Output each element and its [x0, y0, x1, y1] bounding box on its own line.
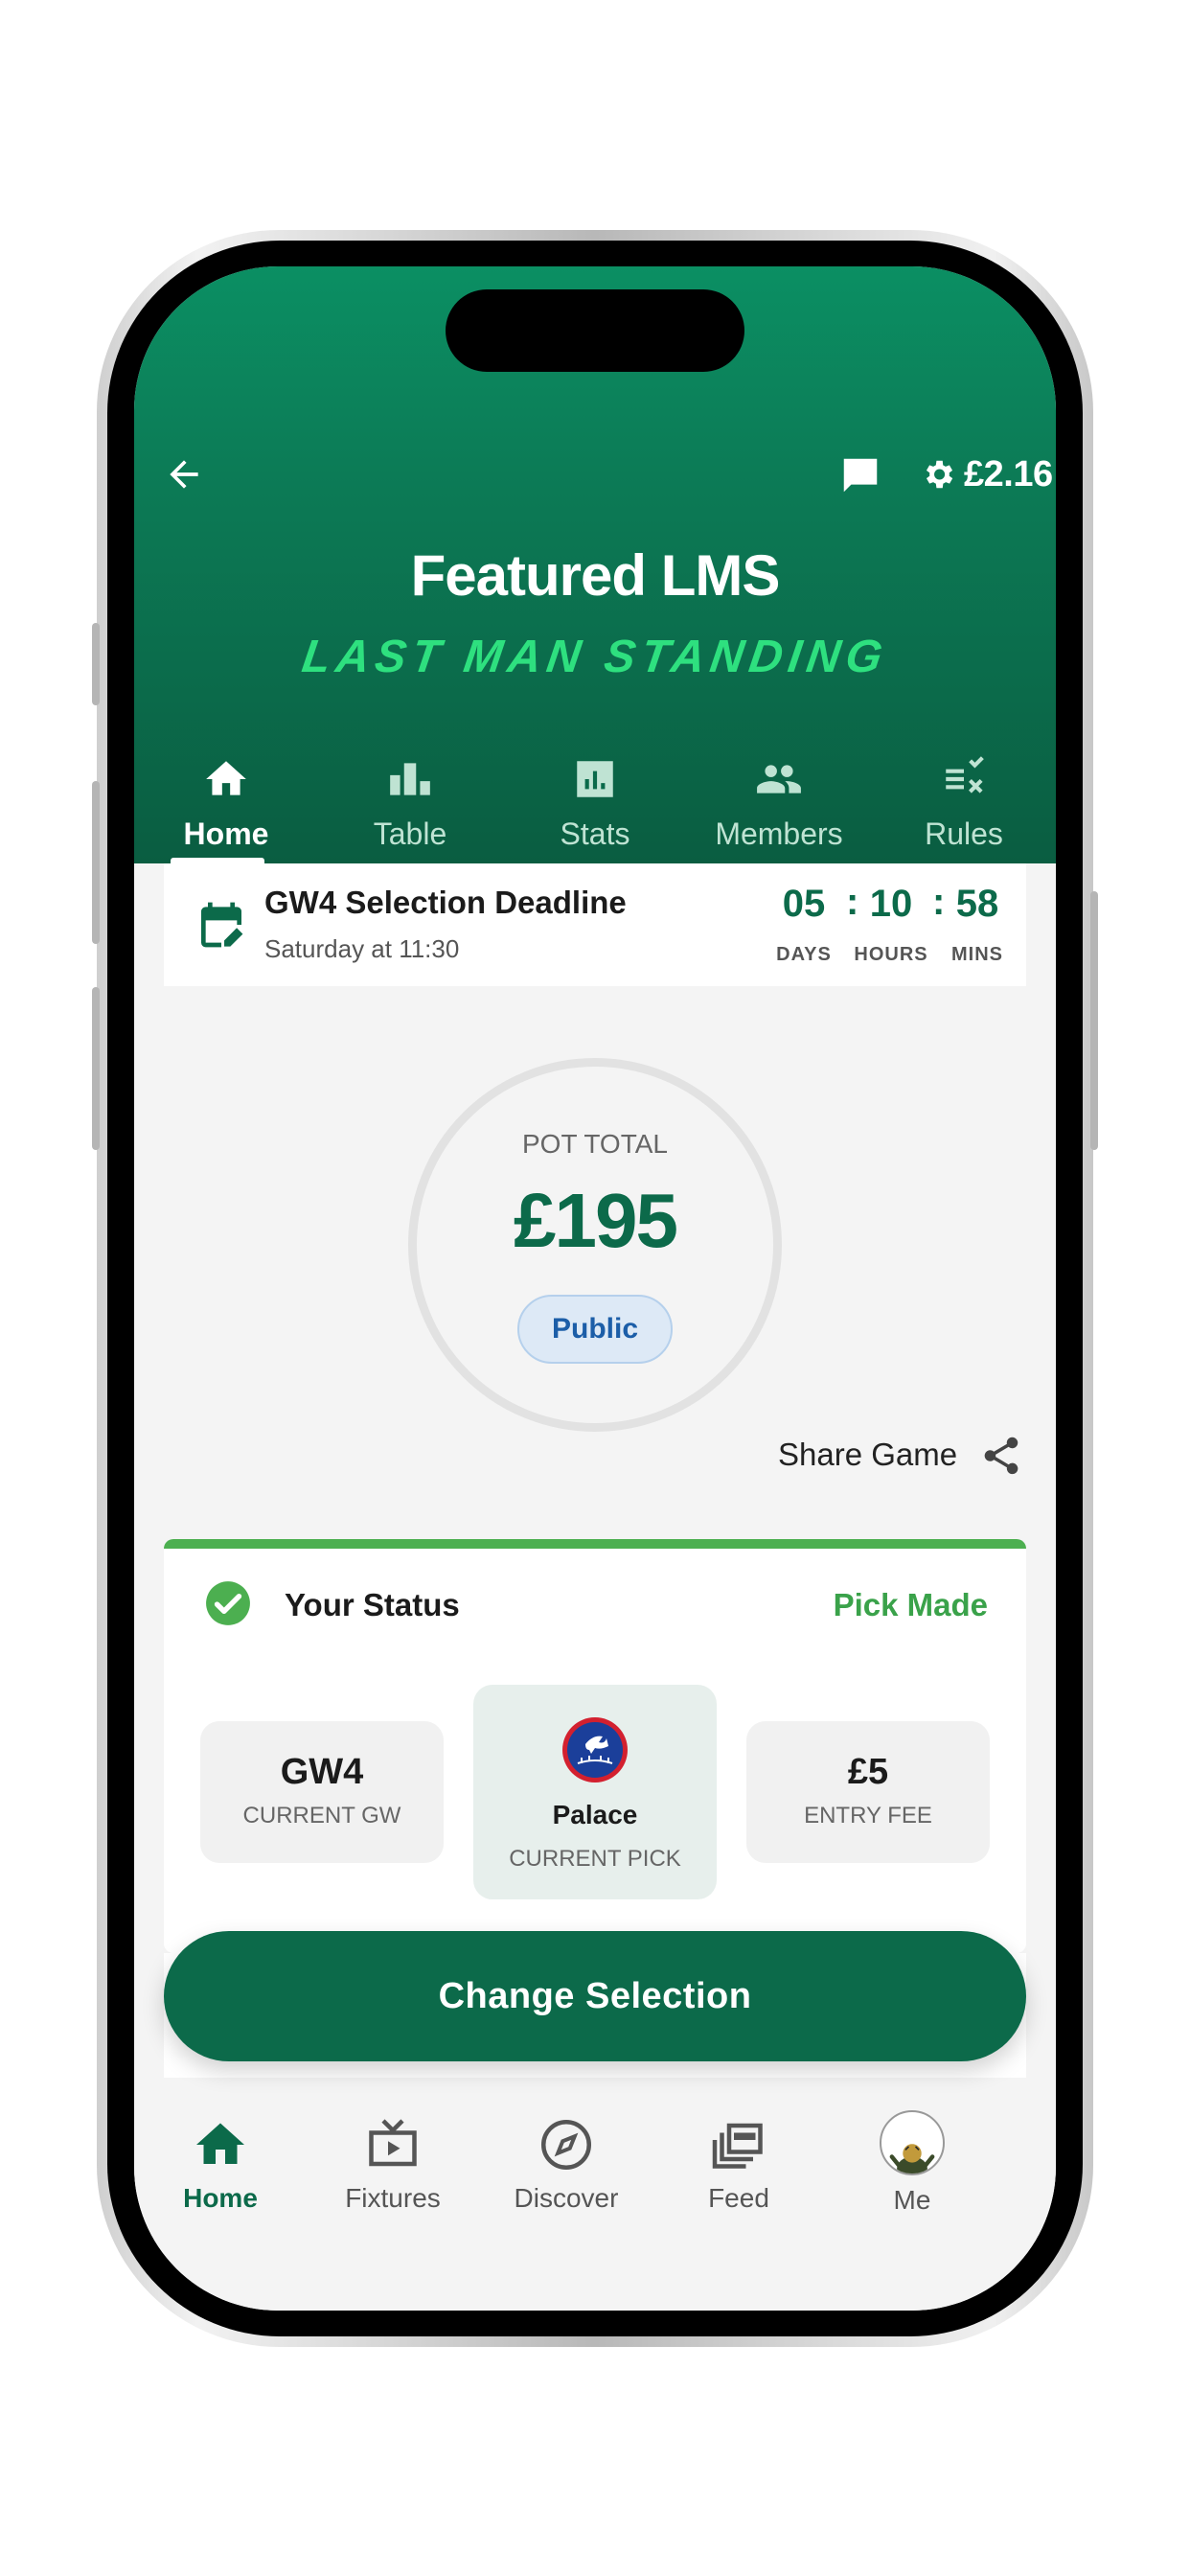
deadline-title: GW4 Selection Deadline — [264, 885, 627, 920]
bottom-nav: Home Fixtures Discover Feed Me — [134, 2097, 1056, 2311]
tab-label: Members — [715, 816, 843, 851]
status-accent-bar — [164, 1539, 1026, 1549]
calendar-edit-icon — [201, 902, 243, 948]
avatar-image — [889, 2144, 935, 2174]
deadline-card: GW4 Selection Deadline Saturday at 11:30… — [164, 863, 1026, 986]
dynamic-island — [446, 289, 744, 372]
tab-label: Stats — [560, 816, 630, 851]
pot-label: POT TOTAL — [522, 1129, 668, 1159]
back-arrow-icon[interactable] — [163, 453, 205, 495]
nav-me[interactable]: Me — [826, 2097, 998, 2231]
check-circle-icon — [206, 1581, 250, 1625]
countdown-mins-label: MINS — [951, 944, 1003, 965]
home-icon — [206, 761, 246, 795]
nav-fixtures[interactable]: Fixtures — [307, 2097, 479, 2231]
entry-fee-box: £5 ENTRY FEE — [746, 1721, 990, 1863]
volume-down-button — [92, 987, 100, 1150]
current-pick-value: Palace — [552, 1800, 638, 1829]
tab-label: Home — [183, 816, 269, 851]
rules-icon — [946, 756, 984, 794]
share-icon[interactable] — [979, 1434, 1023, 1478]
countdown-hours-label: HOURS — [854, 944, 928, 965]
current-pick-label: CURRENT PICK — [509, 1846, 681, 1872]
crystal-palace-crest-icon — [562, 1717, 628, 1782]
tab-bar: Home Table Stats Members Rules — [134, 746, 1056, 863]
entry-fee-label: ENTRY FEE — [804, 1803, 932, 1828]
stats-icon — [577, 761, 613, 797]
countdown-days-label: DAYS — [776, 944, 832, 965]
nav-home[interactable]: Home — [134, 2097, 307, 2231]
deadline-time: Saturday at 11:30 — [264, 934, 460, 963]
wallet-balance[interactable]: £2.16 — [964, 454, 1053, 495]
current-pick-box[interactable]: Palace CURRENT PICK — [473, 1685, 717, 1899]
tab-label: Rules — [925, 816, 1003, 851]
pot-amount: £195 — [514, 1178, 678, 1263]
avatar — [880, 2110, 945, 2175]
nav-label: Feed — [708, 2183, 769, 2213]
gear-icon[interactable] — [920, 456, 956, 493]
status-title: Your Status — [285, 1587, 460, 1622]
tab-stats[interactable]: Stats — [503, 746, 687, 863]
header: £2.16 Featured LMS LAST MAN STANDING Hom… — [134, 266, 1056, 863]
tab-rules[interactable]: Rules — [872, 746, 1056, 863]
members-icon — [757, 765, 801, 794]
countdown-mins: 58 — [955, 883, 999, 925]
chat-icon[interactable] — [838, 453, 882, 497]
compass-icon — [541, 2120, 591, 2170]
entry-fee-value: £5 — [847, 1752, 889, 1792]
change-selection-button[interactable]: Change Selection — [164, 1931, 1026, 2061]
tab-members[interactable]: Members — [687, 746, 871, 863]
countdown-hours: 10 — [869, 883, 913, 925]
current-gw-label: CURRENT GW — [242, 1803, 401, 1828]
feed-icon — [712, 2123, 763, 2169]
tab-label: Table — [373, 816, 447, 851]
power-button — [1090, 891, 1098, 1150]
bar-chart-icon — [390, 763, 430, 795]
volume-up-button — [92, 781, 100, 944]
tab-home[interactable]: Home — [134, 746, 318, 863]
app-screen: £2.16 Featured LMS LAST MAN STANDING Hom… — [134, 266, 1056, 2311]
countdown-days: 05 — [782, 883, 826, 925]
nav-feed[interactable]: Feed — [652, 2097, 825, 2231]
home-icon — [196, 2123, 244, 2164]
visibility-badge: Public — [517, 1295, 673, 1364]
nav-label: Me — [893, 2185, 931, 2215]
tab-table[interactable]: Table — [318, 746, 502, 863]
action-button — [92, 623, 100, 705]
current-gw-value: GW4 — [280, 1752, 364, 1792]
share-game-link[interactable]: Share Game — [778, 1437, 957, 1473]
page-title: Featured LMS — [410, 543, 781, 608]
nav-label: Fixtures — [345, 2183, 441, 2213]
game-type-subtitle: LAST MAN STANDING — [299, 632, 891, 682]
nav-label: Home — [183, 2183, 258, 2213]
nav-label: Discover — [514, 2183, 619, 2213]
status-value: Pick Made — [833, 1587, 988, 1622]
nav-discover[interactable]: Discover — [480, 2097, 652, 2231]
current-gw-box: GW4 CURRENT GW — [200, 1721, 444, 1863]
status-card: Your Status Pick Made GW4 CURRENT GW Pal… — [164, 1539, 1026, 1953]
tv-icon — [369, 2119, 417, 2167]
